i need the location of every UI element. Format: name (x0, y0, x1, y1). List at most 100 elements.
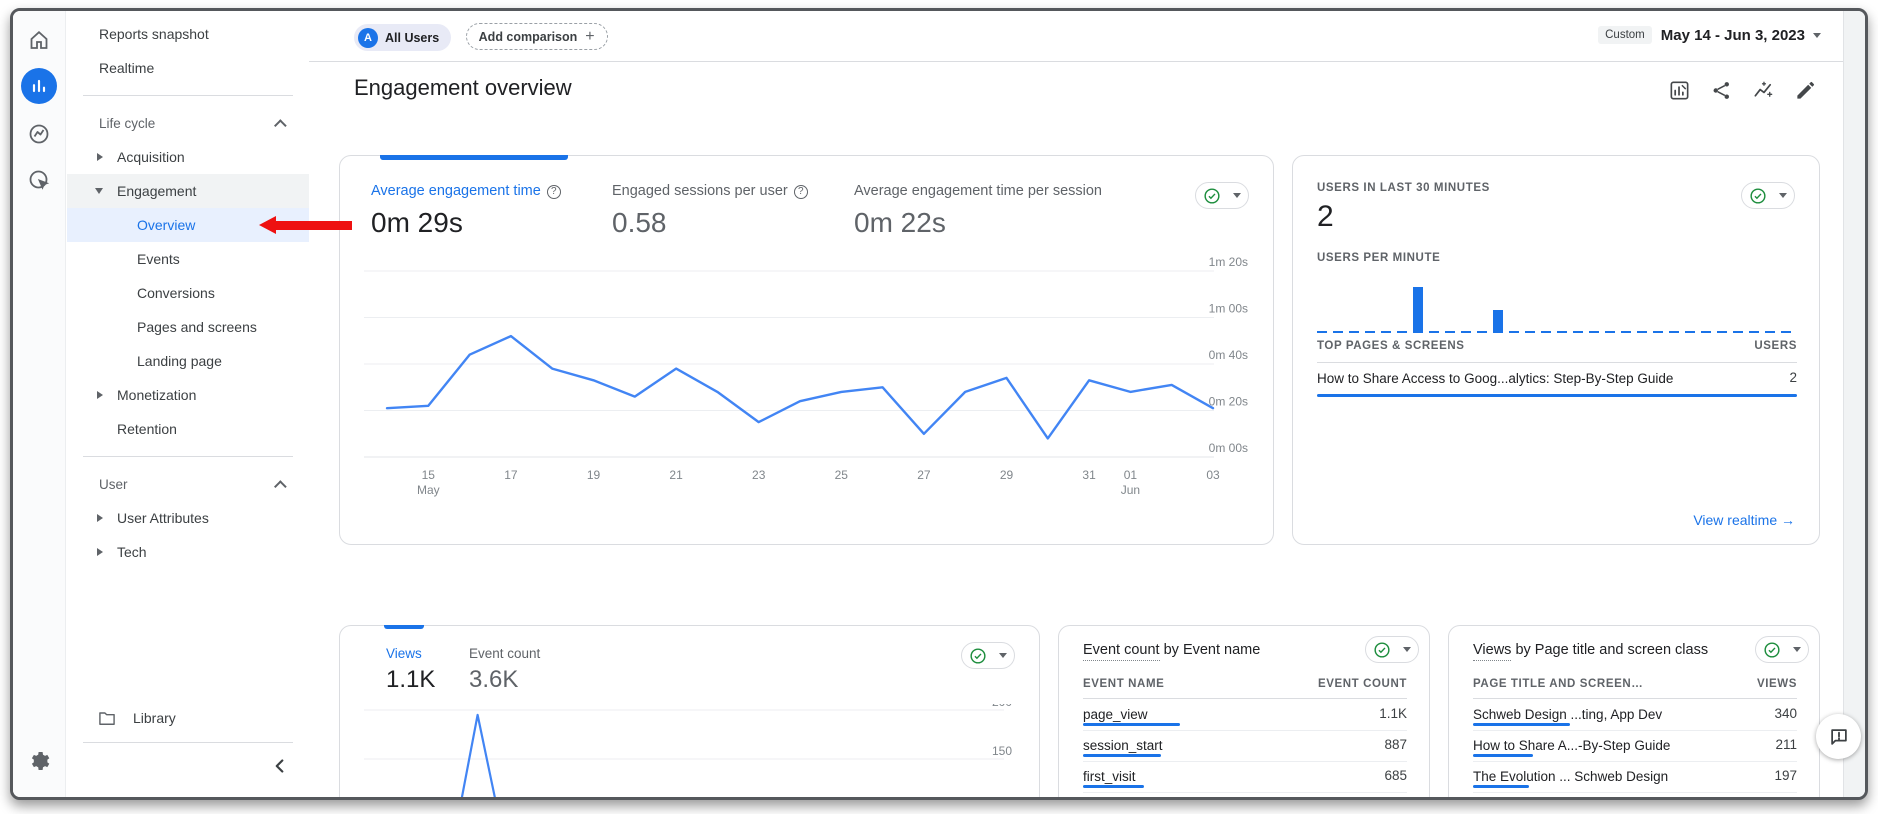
metric-value: 0m 22s (854, 207, 1102, 239)
data-quality-dropdown[interactable] (1741, 182, 1795, 209)
svg-text:200: 200 (992, 704, 1012, 709)
value-bar (1083, 754, 1161, 757)
value-bar (1317, 394, 1797, 397)
users-per-minute-bar-chart[interactable] (1317, 276, 1797, 333)
sidebar-item-events[interactable]: Events (67, 242, 309, 276)
table-divider (1317, 362, 1797, 363)
minute-bar (1365, 331, 1375, 333)
table-row[interactable]: How to Share Access to Goog...alytics: S… (1317, 370, 1797, 394)
right-gutter (1843, 11, 1865, 797)
sidebar-item-retention[interactable]: Retention (67, 412, 309, 446)
view-realtime-link[interactable]: View realtime → (1693, 512, 1795, 528)
table-row[interactable]: The Evolution ... Schweb Design197 (1473, 762, 1797, 793)
feedback-button[interactable] (1816, 714, 1861, 759)
chart-edit-icon[interactable] (1668, 79, 1691, 102)
table-row[interactable]: Ryan ... Schweb Design47 (1473, 793, 1797, 800)
help-icon[interactable]: ? (794, 185, 808, 199)
share-icon[interactable] (1710, 79, 1733, 102)
table-row[interactable]: session_start887 (1083, 731, 1407, 762)
svg-text:Jun: Jun (1121, 483, 1140, 497)
table-divider (1473, 698, 1797, 699)
sidebar-item-monetization[interactable]: Monetization (67, 378, 309, 412)
arrow-right-icon: → (1781, 512, 1795, 528)
data-quality-dropdown[interactable] (961, 642, 1015, 669)
sidebar-item-conversions[interactable]: Conversions (67, 276, 309, 310)
engagement-time-line-chart[interactable]: 1m 20s1m 00s0m 40s0m 20s0m 00s15May17192… (364, 246, 1251, 538)
date-range-picker[interactable]: Custom May 14 - Jun 3, 2023 (1598, 26, 1821, 44)
settings-gear-icon[interactable] (26, 748, 52, 774)
data-quality-dropdown[interactable] (1365, 636, 1419, 663)
sidebar-item-landing-page[interactable]: Landing page (67, 344, 309, 378)
expand-icon[interactable] (97, 391, 103, 399)
advertising-icon[interactable] (26, 167, 52, 193)
metric-tab-average-engagement-time[interactable]: Average engagement time? 0m 29s (371, 182, 561, 239)
edit-pencil-icon[interactable] (1794, 79, 1817, 102)
sidebar-item-engagement[interactable]: Engagement (67, 174, 309, 208)
table-row[interactable]: Schweb Design ...ting, App Dev340 (1473, 700, 1797, 731)
add-comparison-button[interactable]: Add comparison+ (466, 23, 608, 50)
segment-avatar: A (358, 28, 378, 48)
column-header-users: USERS (1754, 340, 1797, 352)
insights-icon[interactable] (1752, 79, 1775, 102)
explore-icon[interactable] (26, 121, 52, 147)
sidebar-section-life-cycle[interactable]: Life cycle (67, 106, 309, 140)
home-icon[interactable] (26, 27, 52, 53)
minute-bar (1349, 331, 1359, 333)
sidebar-item-pages-and-screens[interactable]: Pages and screens (67, 310, 309, 344)
metric-value: 1.1K (386, 666, 435, 694)
card-title: Event count by Event name (1083, 642, 1260, 658)
collapse-sidebar-icon[interactable] (269, 755, 291, 777)
value-bar (1083, 723, 1180, 726)
collapse-section-icon[interactable] (274, 119, 287, 132)
svg-text:15: 15 (422, 468, 436, 482)
minute-bar (1477, 331, 1487, 333)
data-quality-dropdown[interactable] (1755, 636, 1809, 663)
minute-bar (1717, 331, 1727, 333)
metric-tab-avg-engagement-time-per-session[interactable]: Average engagement time per session 0m 2… (854, 182, 1102, 239)
sidebar-item-acquisition[interactable]: Acquisition (67, 140, 309, 174)
sidebar-item-reports-snapshot[interactable]: Reports snapshot (67, 17, 309, 51)
table-row[interactable]: user_engagement591 (1083, 793, 1407, 800)
table-row[interactable]: page_view1.1K (1083, 700, 1407, 731)
sidebar-section-user[interactable]: User (67, 467, 309, 501)
main-content: A All Users Add comparison+ Custom May 1… (309, 11, 1843, 797)
data-quality-dropdown[interactable] (1195, 182, 1249, 209)
svg-text:1m 20s: 1m 20s (1209, 255, 1248, 269)
sidebar-item-library[interactable]: Library (67, 701, 309, 735)
plus-icon: + (585, 28, 594, 46)
views-line-chart[interactable]: 200150 (364, 704, 1017, 800)
collapse-icon[interactable] (95, 188, 103, 194)
sidebar-item-realtime[interactable]: Realtime (67, 51, 309, 85)
all-users-segment-chip[interactable]: A All Users (354, 24, 451, 51)
metric-tab-event-count[interactable]: Event count 3.6K (469, 646, 540, 694)
metric-value: 0.58 (612, 207, 808, 239)
sidebar-item-overview[interactable]: Overview (67, 208, 309, 242)
reports-icon[interactable] (21, 68, 57, 104)
minute-bar (1669, 331, 1679, 333)
sidebar-item-user-attributes[interactable]: User Attributes (67, 501, 309, 535)
metric-tab-engaged-sessions-per-user[interactable]: Engaged sessions per user? 0.58 (612, 182, 808, 239)
table-row[interactable]: How to Share A...-By-Step Guide211 (1473, 731, 1797, 762)
svg-text:0m 40s: 0m 40s (1209, 348, 1248, 362)
folder-icon (97, 708, 117, 728)
svg-text:29: 29 (1000, 468, 1014, 482)
table-row[interactable]: first_visit685 (1083, 762, 1407, 793)
help-icon[interactable]: ? (547, 185, 561, 199)
expand-icon[interactable] (97, 548, 103, 556)
collapse-section-icon[interactable] (274, 480, 287, 493)
minute-bar (1381, 331, 1391, 333)
check-circle-icon (1373, 641, 1391, 659)
minute-bar (1605, 331, 1615, 333)
svg-text:17: 17 (504, 468, 518, 482)
svg-text:01: 01 (1124, 468, 1138, 482)
sidebar-item-tech[interactable]: Tech (67, 535, 309, 569)
selected-metric-tab-indicator (384, 625, 424, 629)
expand-icon[interactable] (97, 153, 103, 161)
sidebar-divider (83, 456, 293, 457)
check-circle-icon (969, 647, 987, 665)
column-header-page-title: PAGE TITLE AND SCREEN… (1473, 678, 1643, 690)
selected-metric-tab-indicator (380, 155, 568, 160)
expand-icon[interactable] (97, 514, 103, 522)
metric-tab-views[interactable]: Views 1.1K (386, 646, 435, 694)
reports-sidebar: Reports snapshot Realtime Life cycle Acq… (67, 11, 309, 797)
